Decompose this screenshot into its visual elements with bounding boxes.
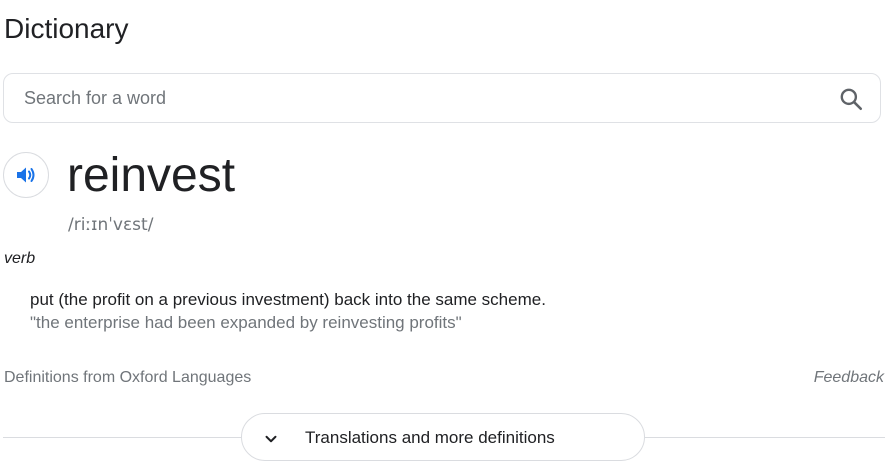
divider-left — [3, 437, 243, 438]
feedback-link[interactable]: Feedback — [814, 368, 884, 388]
search-box[interactable] — [3, 73, 881, 123]
example-sentence: "the enterprise had been expanded by rei… — [30, 313, 462, 332]
search-icon[interactable] — [838, 86, 864, 112]
pronunciation-button[interactable] — [3, 152, 49, 198]
part-of-speech: verb — [4, 250, 36, 267]
more-definitions-button[interactable]: Translations and more definitions — [241, 413, 645, 461]
speaker-icon — [17, 167, 35, 183]
definition-text: put (the profit on a previous investment… — [30, 290, 546, 309]
divider-right — [645, 437, 885, 438]
page-title: Dictionary — [4, 13, 129, 44]
chevron-down-icon — [265, 435, 277, 443]
phonetic-transcription: /riːɪnˈvɛst/ — [68, 215, 154, 235]
search-input[interactable] — [24, 74, 804, 122]
source-attribution: Definitions from Oxford Languages — [4, 369, 252, 386]
more-definitions-label: Translations and more definitions — [305, 428, 555, 447]
headword: reinvest — [67, 149, 236, 202]
